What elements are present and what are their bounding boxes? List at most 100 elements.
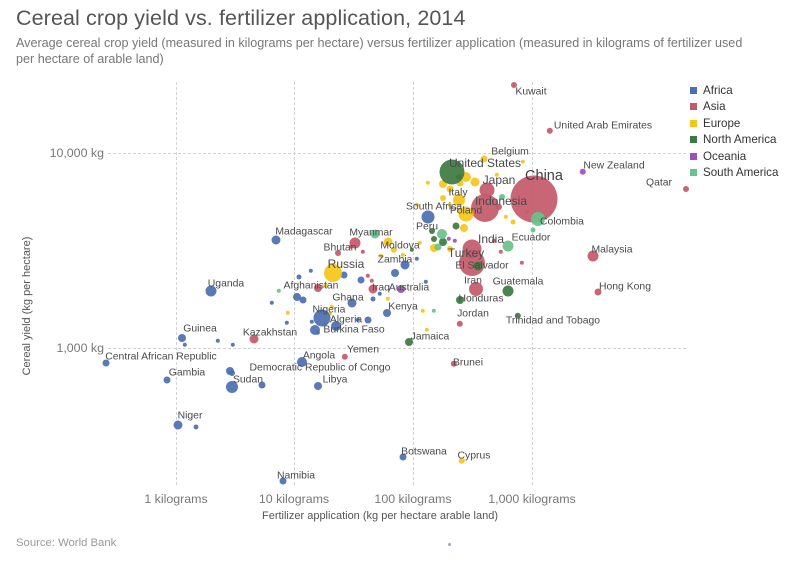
legend-item-south-america[interactable]: South America [690,165,798,182]
data-point[interactable] [456,320,464,328]
data-point[interactable] [434,243,442,251]
data-point[interactable] [385,296,391,302]
data-point[interactable] [546,127,554,135]
data-point[interactable] [364,316,372,324]
data-point[interactable] [510,219,516,225]
data-point[interactable] [102,359,110,367]
data-point[interactable] [511,82,517,88]
data-point[interactable] [284,320,290,326]
data-point[interactable] [383,309,391,317]
data-point[interactable] [383,237,393,247]
data-point[interactable] [437,229,447,239]
data-point[interactable] [314,284,322,292]
data-point[interactable] [390,246,398,254]
data-point[interactable] [452,222,460,230]
data-point[interactable] [587,250,599,262]
data-point[interactable] [331,321,341,331]
legend-item-asia[interactable]: Asia [690,99,798,116]
legend-item-north-america[interactable]: North America [690,132,798,149]
data-point[interactable] [276,288,282,294]
data-point[interactable] [458,206,474,222]
data-point[interactable] [329,304,335,310]
data-point[interactable] [341,353,349,361]
data-point[interactable] [439,159,465,185]
data-point[interactable] [447,246,453,252]
data-point[interactable] [520,159,526,165]
data-point[interactable] [424,327,430,333]
data-point[interactable] [370,229,380,239]
data-point[interactable] [414,256,420,262]
data-point[interactable] [421,210,435,224]
data-point[interactable] [335,250,341,256]
data-point[interactable] [399,453,407,461]
data-point[interactable] [397,285,405,293]
data-point[interactable] [453,194,465,206]
data-point[interactable] [417,240,423,246]
data-point[interactable] [450,360,458,368]
data-point[interactable] [446,185,454,193]
data-point[interactable] [249,334,259,344]
data-point[interactable] [502,240,514,252]
data-point[interactable] [420,308,426,314]
data-point[interactable] [446,236,452,242]
data-point[interactable] [193,424,199,430]
data-point[interactable] [369,278,375,284]
data-point[interactable] [447,202,453,208]
data-point[interactable] [313,309,331,327]
data-point[interactable] [405,338,413,346]
data-point[interactable] [594,288,602,296]
legend-item-oceania[interactable]: Oceania [690,148,798,165]
data-point[interactable] [519,260,525,266]
data-point[interactable] [431,236,437,242]
data-point[interactable] [226,381,238,393]
data-point[interactable] [391,269,399,277]
data-point[interactable] [324,264,342,282]
data-point[interactable] [296,274,302,280]
data-point[interactable] [308,268,314,274]
data-point[interactable] [163,376,171,384]
data-point[interactable] [491,238,497,244]
data-point[interactable] [347,298,357,308]
data-point[interactable] [431,308,437,314]
data-point[interactable] [355,317,361,323]
data-point[interactable] [323,283,329,289]
data-point[interactable] [460,224,468,232]
data-point[interactable] [299,296,307,304]
data-point[interactable] [182,342,188,348]
data-point[interactable] [258,381,266,389]
data-point[interactable] [271,235,281,245]
data-point[interactable] [310,325,320,335]
data-point[interactable] [530,227,536,233]
data-point[interactable] [473,261,483,271]
data-point[interactable] [297,357,307,367]
data-point[interactable] [370,296,376,302]
data-point[interactable] [400,252,406,258]
data-point[interactable] [471,194,499,222]
legend-item-europe[interactable]: Europe [690,115,798,132]
data-point[interactable] [480,155,488,163]
data-point[interactable] [378,253,384,259]
data-point[interactable] [349,237,361,249]
data-point[interactable] [368,284,378,294]
data-point[interactable] [423,279,429,285]
data-point[interactable] [514,312,522,320]
data-point[interactable] [683,186,689,192]
data-point[interactable] [215,338,221,344]
data-point[interactable] [377,291,383,297]
data-point[interactable] [269,300,275,306]
data-point[interactable] [579,168,587,176]
data-point[interactable] [456,296,464,304]
data-point[interactable] [314,382,322,390]
legend-item-africa[interactable]: Africa [690,82,798,99]
data-point[interactable] [503,214,509,220]
data-point[interactable] [360,249,366,255]
data-point[interactable] [414,202,420,208]
data-point[interactable] [458,457,466,465]
data-point[interactable] [502,285,514,297]
data-point[interactable] [440,195,446,201]
data-point[interactable] [285,310,291,316]
data-point[interactable] [279,477,287,485]
data-point[interactable] [469,282,483,296]
data-point[interactable] [498,249,504,255]
data-point[interactable] [400,260,410,270]
